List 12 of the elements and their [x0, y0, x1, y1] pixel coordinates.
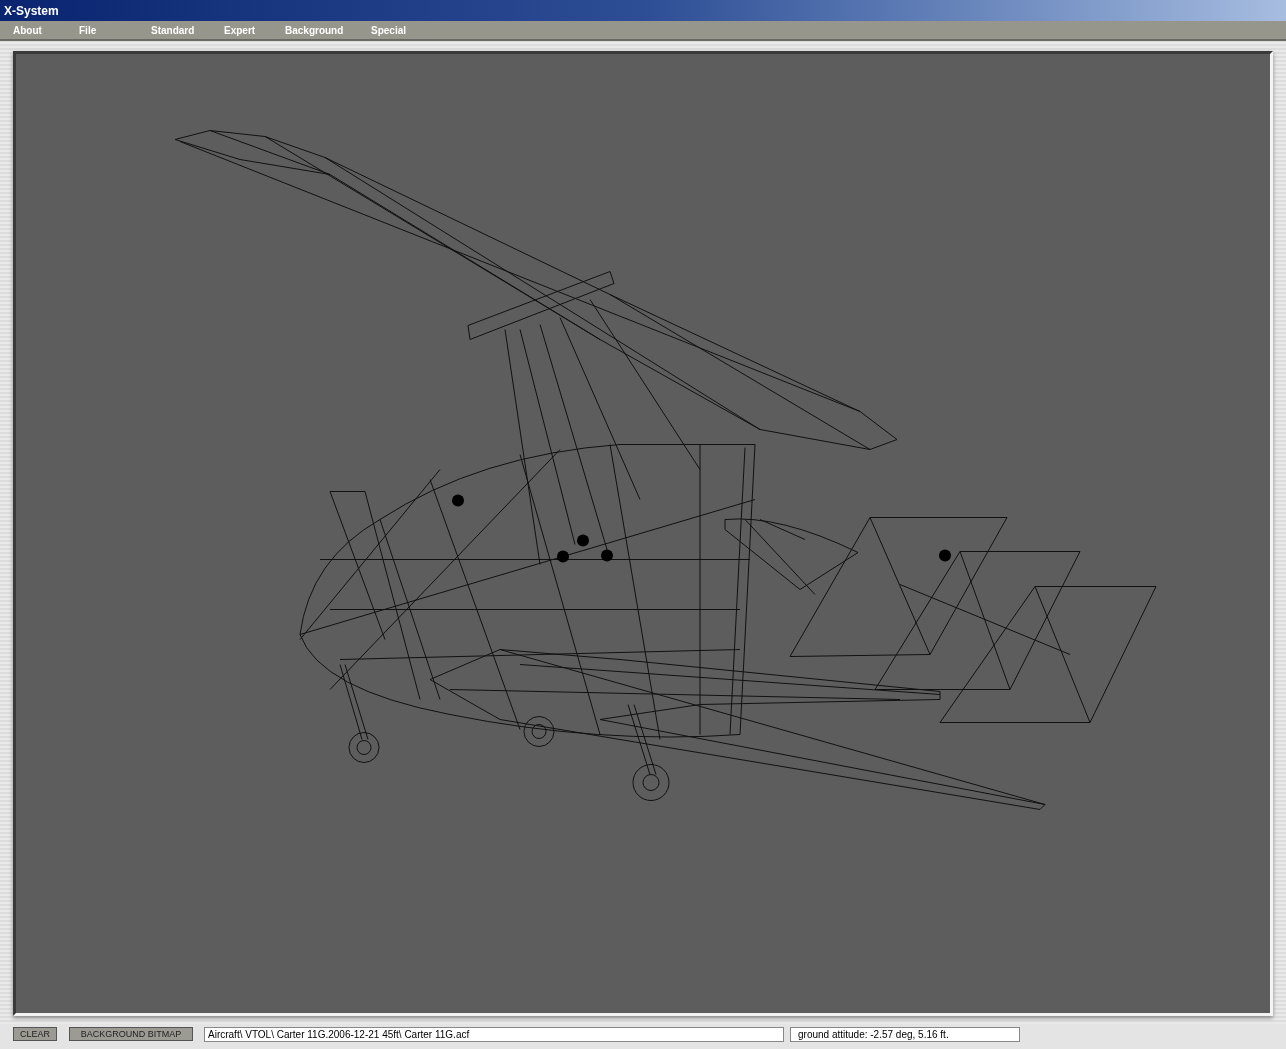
menu-item[interactable]: Special	[371, 22, 431, 38]
menu-item[interactable]: Background	[285, 22, 371, 38]
menu-item[interactable]: Expert	[224, 22, 285, 38]
wireframe-viewport[interactable]	[13, 51, 1273, 1016]
clear-button[interactable]: CLEAR	[13, 1027, 57, 1041]
menu-item[interactable]: About	[13, 22, 79, 38]
ground-attitude-readout: ground attitude: -2.57 deg, 5.16 ft.	[790, 1026, 1020, 1042]
menu-item[interactable]: File	[79, 22, 151, 38]
file-path-field[interactable]: Aircraft\ VTOL\ Carter 11G.2006-12-21 45ft\ Carter 11G.acf	[204, 1026, 784, 1042]
menu-item[interactable]: Standard	[151, 22, 224, 38]
background-bitmap-button[interactable]: BACKGROUND BITMAP	[69, 1027, 193, 1041]
window-title: X-System	[0, 0, 1286, 21]
